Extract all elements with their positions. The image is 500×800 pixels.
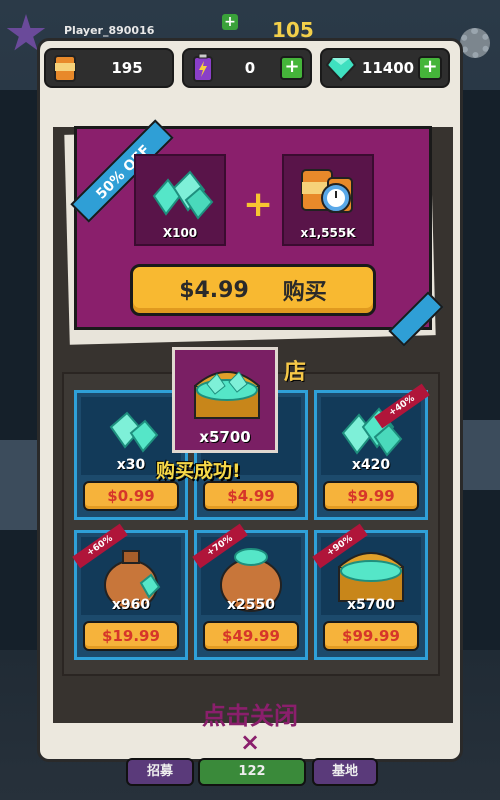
add-gems-button[interactable]: +: [418, 56, 442, 80]
energy-balance-value: 0: [244, 59, 256, 77]
gem-balance: 11400 +: [320, 48, 450, 88]
background-fence: [462, 420, 500, 490]
coin-can-icon: [48, 51, 82, 85]
card-price-button[interactable]: $9.99: [323, 481, 419, 511]
card-price-button[interactable]: $49.99: [203, 621, 299, 651]
base-tab[interactable]: 基地: [312, 758, 378, 786]
card-price-button[interactable]: $99.99: [323, 621, 419, 651]
buy-offer-button[interactable]: $4.99 购买: [130, 264, 376, 316]
background-fence: [0, 440, 38, 530]
card-qty: x2550: [227, 597, 275, 613]
purchase-popup: x5700: [172, 347, 278, 453]
store-title: 店: [284, 360, 307, 385]
close-icon[interactable]: ×: [0, 728, 500, 756]
offer-cans-slot: x1,555K: [282, 154, 374, 246]
treasure-chest-icon: [187, 358, 267, 422]
coin-can-stopwatch-icon: [298, 164, 364, 224]
background-wall: [0, 90, 40, 650]
buy-offer-price: $4.99: [179, 277, 249, 303]
card-qty: x5700: [347, 597, 395, 613]
card-qty: x960: [111, 597, 151, 613]
card-qty: x420: [351, 457, 391, 473]
tap-to-close[interactable]: 点击关闭: [0, 696, 500, 731]
coin-balance: 195: [44, 48, 174, 88]
store-card-3[interactable]: +40% x420 $9.99: [314, 383, 430, 520]
gem-icon: [324, 51, 358, 85]
offer-plus: +: [243, 184, 274, 225]
offer-gems-qty: X100: [162, 226, 198, 240]
player-name: Player_890016: [64, 24, 155, 37]
store-card-6[interactable]: +90% x5700 $99.99: [312, 523, 428, 660]
popup-qty: x5700: [199, 428, 251, 446]
coin-balance-value: 195: [111, 59, 143, 77]
store-card-4[interactable]: +60% x960 $19.99: [72, 523, 188, 660]
center-tab[interactable]: 122: [198, 758, 306, 786]
offer-cans-qty: x1,555K: [300, 226, 356, 240]
gem-balance-value: 11400: [361, 59, 415, 77]
energy-balance: 0 +: [182, 48, 312, 88]
background-wall: [460, 90, 500, 650]
store-card-5[interactable]: +70% x2550 $49.99: [192, 523, 308, 660]
card-price-button[interactable]: $0.99: [83, 481, 179, 511]
store-card-1[interactable]: x30 $0.99: [74, 390, 188, 520]
card-price-button[interactable]: $4.99: [203, 481, 299, 511]
card-price-button[interactable]: $19.99: [83, 621, 179, 651]
gem-pile-icon: [146, 166, 218, 222]
recruit-tab[interactable]: 招募: [126, 758, 194, 786]
settings-gear-icon[interactable]: [460, 28, 490, 58]
buy-offer-label: 购买: [282, 280, 327, 305]
offer-gems-slot: X100: [134, 154, 226, 246]
battery-icon: [186, 51, 220, 85]
hud-add-icon[interactable]: +: [222, 14, 238, 30]
add-energy-button[interactable]: +: [280, 56, 304, 80]
purchase-success-text: 购买成功!: [156, 460, 241, 482]
